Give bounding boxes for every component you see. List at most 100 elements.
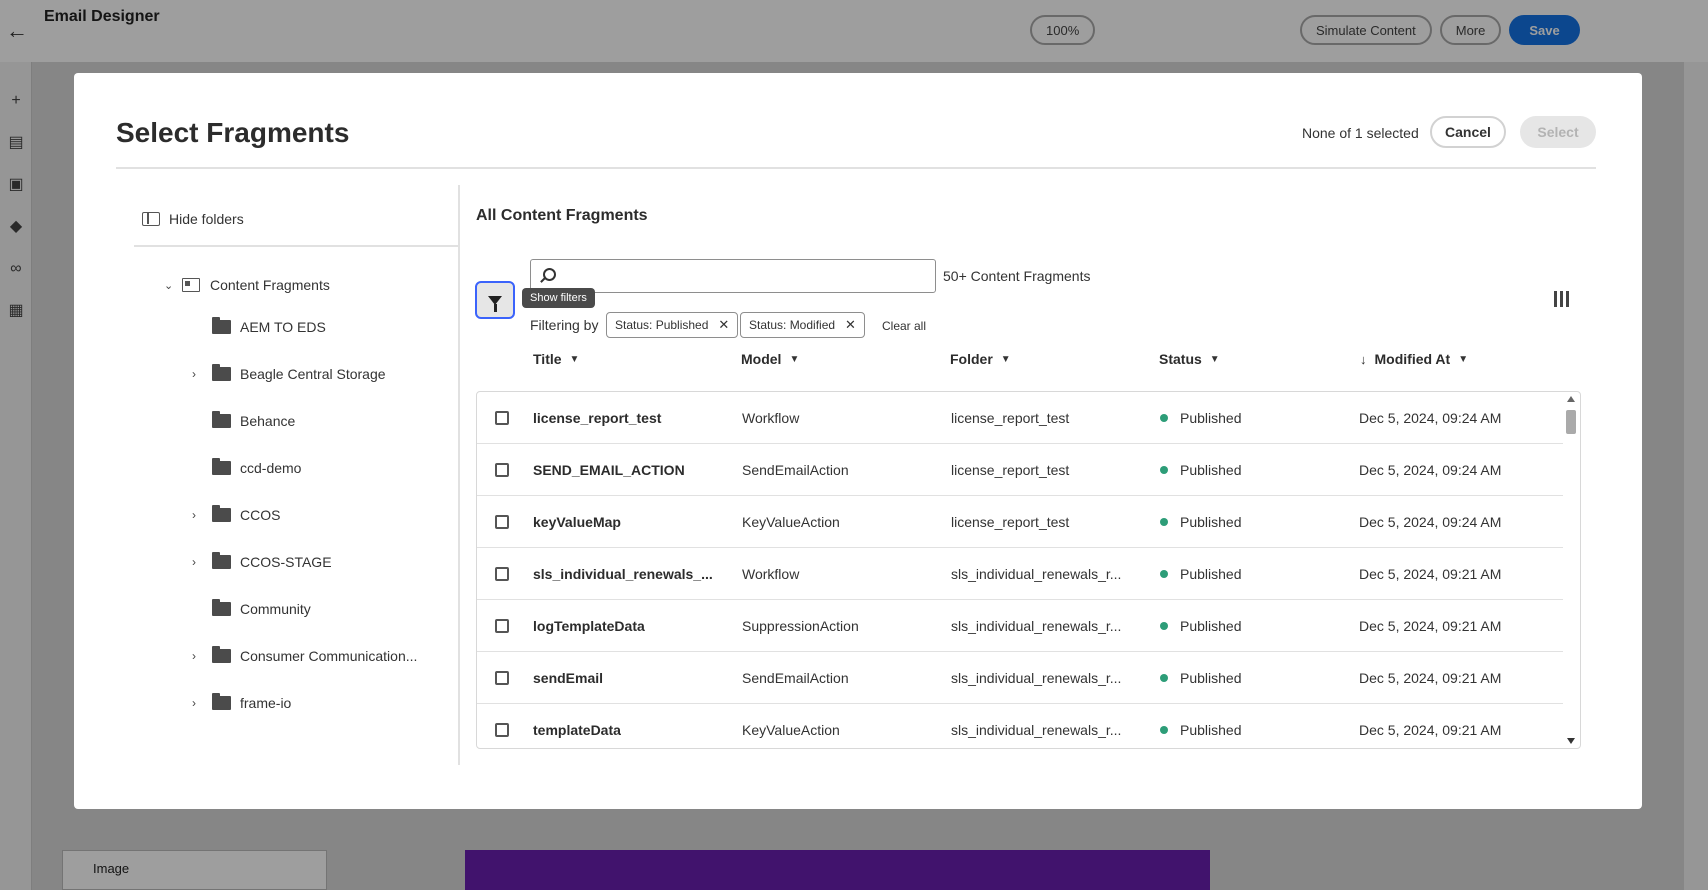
folder-icon [212, 457, 231, 475]
column-header-folder[interactable]: Folder ▼ [950, 351, 1011, 367]
sort-descending-icon: ↓ [1360, 351, 1367, 367]
table-row[interactable]: keyValueMap KeyValueAction license_repor… [477, 496, 1563, 548]
folder-item[interactable]: Behance [192, 397, 458, 444]
cell-model: SuppressionAction [742, 618, 859, 634]
cell-status: Published [1160, 392, 1242, 444]
cell-title: logTemplateData [533, 618, 645, 634]
select-fragments-dialog: Select Fragments None of 1 selected Canc… [74, 73, 1642, 809]
status-dot [1160, 466, 1168, 474]
cell-status: Published [1160, 704, 1242, 748]
status-dot [1160, 674, 1168, 682]
row-checkbox[interactable] [495, 723, 509, 737]
cell-modified: Dec 5, 2024, 09:24 AM [1359, 514, 1502, 530]
folder-icon [212, 410, 231, 428]
status-dot [1160, 726, 1168, 734]
folder-item[interactable]: AEM TO EDS [192, 303, 458, 350]
folder-item[interactable]: › CCOS [192, 491, 458, 538]
folder-label: CCOS-STAGE [240, 553, 332, 570]
filter-button[interactable] [475, 281, 515, 319]
table-row[interactable]: SEND_EMAIL_ACTION SendEmailAction licens… [477, 444, 1563, 496]
scroll-down-icon[interactable] [1567, 738, 1575, 744]
row-checkbox[interactable] [495, 515, 509, 529]
dialog-title: Select Fragments [116, 117, 350, 148]
folder-item[interactable]: Community [192, 585, 458, 632]
table-row[interactable]: sendEmail SendEmailAction sls_individual… [477, 652, 1563, 704]
chevron-right-icon[interactable]: › [192, 367, 212, 381]
chevron-right-icon[interactable]: › [192, 649, 212, 663]
cell-modified: Dec 5, 2024, 09:24 AM [1359, 410, 1502, 426]
column-header-modified[interactable]: ↓ Modified At ▼ [1360, 351, 1468, 367]
filter-tag: Status: Modified ✕ [740, 312, 865, 338]
panel-toggle-icon [142, 212, 160, 226]
cell-modified: Dec 5, 2024, 09:21 AM [1359, 722, 1502, 738]
hide-folders-label: Hide folders [169, 211, 244, 227]
folder-label: ccd-demo [240, 459, 302, 476]
cell-status: Published [1160, 600, 1242, 652]
table-row[interactable]: sls_individual_renewals_... Workflow sls… [477, 548, 1563, 600]
cell-status: Published [1160, 548, 1242, 600]
filtering-by-label: Filtering by [530, 317, 599, 333]
filter-tag-label: Status: Modified [749, 318, 836, 332]
chevron-down-icon: ▼ [789, 353, 800, 365]
cell-status: Published [1160, 652, 1242, 704]
table-row[interactable]: templateData KeyValueAction sls_individu… [477, 704, 1563, 748]
cell-modified: Dec 5, 2024, 09:21 AM [1359, 670, 1502, 686]
remove-filter-icon[interactable]: ✕ [845, 317, 856, 333]
row-checkbox[interactable] [495, 567, 509, 581]
column-header-status[interactable]: Status ▼ [1159, 351, 1220, 367]
folder-label: Beagle Central Storage [240, 365, 386, 382]
folder-icon [212, 316, 231, 334]
column-header-title[interactable]: Title ▼ [533, 351, 579, 367]
scroll-up-icon[interactable] [1567, 396, 1575, 402]
status-dot [1160, 622, 1168, 630]
cell-folder: sls_individual_renewals_r... [951, 566, 1122, 582]
folder-icon [212, 692, 231, 710]
cell-status: Published [1160, 444, 1242, 496]
fragment-count: 50+ Content Fragments [943, 268, 1091, 284]
table-row[interactable]: license_report_test Workflow license_rep… [477, 392, 1563, 444]
column-settings-icon[interactable] [1554, 291, 1574, 309]
chevron-right-icon[interactable]: › [192, 555, 212, 569]
cancel-button[interactable]: Cancel [1430, 116, 1506, 148]
select-button[interactable]: Select [1520, 116, 1596, 148]
filter-tag: Status: Published ✕ [606, 312, 739, 338]
row-checkbox[interactable] [495, 619, 509, 633]
content-title: All Content Fragments [476, 207, 648, 224]
remove-filter-icon[interactable]: ✕ [718, 317, 729, 333]
chevron-right-icon[interactable]: › [192, 508, 212, 522]
hide-folders-button[interactable]: Hide folders [142, 211, 244, 227]
table-row[interactable]: logTemplateData SuppressionAction sls_in… [477, 600, 1563, 652]
cell-title: license_report_test [533, 410, 662, 426]
cell-status: Published [1160, 496, 1242, 548]
folder-icon [212, 363, 231, 381]
row-checkbox[interactable] [495, 411, 509, 425]
cell-title: keyValueMap [533, 514, 621, 530]
cell-model: SendEmailAction [742, 670, 849, 686]
tree-root-label: Content Fragments [210, 277, 330, 293]
cell-modified: Dec 5, 2024, 09:21 AM [1359, 566, 1502, 582]
divider [116, 167, 1596, 169]
column-header-model[interactable]: Model ▼ [741, 351, 799, 367]
table-scrollbar[interactable] [1563, 392, 1579, 748]
chevron-right-icon[interactable]: › [192, 696, 212, 710]
cell-model: Workflow [742, 410, 800, 426]
fragments-table: license_report_test Workflow license_rep… [476, 391, 1581, 749]
folder-icon [212, 551, 231, 569]
row-checkbox[interactable] [495, 463, 509, 477]
status-dot [1160, 518, 1168, 526]
clear-all-link[interactable]: Clear all [882, 319, 926, 333]
cell-folder: license_report_test [951, 462, 1070, 478]
folder-label: AEM TO EDS [240, 318, 326, 335]
folder-item[interactable]: ccd-demo [192, 444, 458, 491]
folder-item[interactable]: › Beagle Central Storage [192, 350, 458, 397]
folder-item[interactable]: › CCOS-STAGE [192, 538, 458, 585]
scroll-thumb[interactable] [1566, 410, 1576, 434]
row-checkbox[interactable] [495, 671, 509, 685]
folder-item[interactable]: › Consumer Communication... [192, 632, 458, 679]
chevron-down-icon: ▼ [569, 353, 580, 365]
folder-item[interactable]: › frame-io [192, 679, 458, 726]
cell-folder: license_report_test [951, 514, 1070, 530]
chevron-down-icon[interactable]: ⌄ [164, 279, 176, 292]
filter-tag-label: Status: Published [615, 318, 709, 332]
folder-tree-root[interactable]: ⌄ Content Fragments [164, 277, 330, 293]
